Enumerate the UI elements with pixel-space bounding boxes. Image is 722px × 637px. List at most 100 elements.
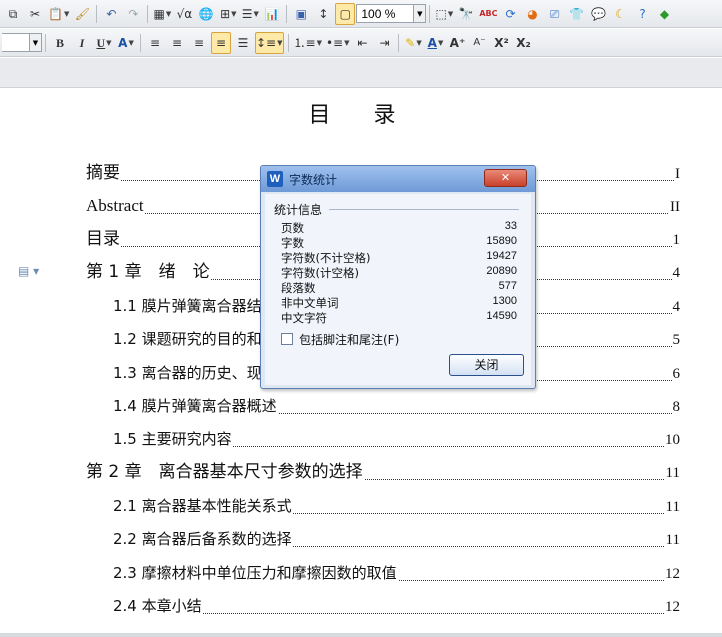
zoom-field[interactable]: 100 % [356, 4, 415, 23]
toc-entry[interactable]: 第 2 章 离合器基本尺寸参数的选择 11 [0, 457, 722, 484]
ruler-area [0, 58, 722, 88]
align-center-icon[interactable]: ≡ [167, 32, 187, 54]
undo-icon[interactable]: ↶ [101, 3, 121, 25]
formatting-toolbar: ▼ B I U ▼ A ▼ ≡ ≡ ≡ ≡ ☰ ↕≡ ▼ ⒈≡ ▼ •≡ ▼ ⇤ ⇥ ✎ ▼… [0, 29, 722, 57]
toc-entry-page: 11 [664, 532, 680, 549]
stat-label: 字符数(计空格) [281, 266, 359, 280]
toc-entry-title: 目录 [86, 224, 121, 249]
status-bar [0, 633, 722, 637]
toc-entry-title: 摘要 [86, 158, 121, 183]
wps-writer-icon: W [267, 171, 283, 187]
stat-row: 字符数(不计空格) 19427 [281, 250, 517, 265]
forum-icon[interactable]: 💬 [589, 3, 609, 25]
superscript-button[interactable]: X² [491, 32, 511, 54]
table-icon[interactable]: ⊞ ▼ [218, 3, 238, 25]
template-icon[interactable]: 👕 [567, 3, 587, 25]
formula-icon[interactable]: √α [174, 3, 194, 25]
shrink-font-icon[interactable]: A⁻ [469, 32, 489, 54]
stat-value: 15890 [486, 235, 517, 247]
close-icon[interactable]: ✕ [484, 169, 527, 187]
hyperlink-icon[interactable]: 🌐 [196, 3, 216, 25]
paste-icon[interactable]: 📋 ▼ [47, 3, 70, 25]
page-title: 目 录 [308, 103, 414, 128]
stat-value: 14590 [486, 310, 517, 322]
toc-entry-title: 第 1 章 绪 论 [86, 257, 211, 282]
highlight-icon[interactable]: ✎ ▼ [403, 32, 423, 54]
select-icon[interactable]: ⬚ ▼ [434, 3, 454, 25]
toc-entry-page: 1 [671, 232, 680, 249]
separator [398, 33, 400, 52]
show-hide-icon[interactable]: ▢ [335, 2, 356, 25]
stat-row: 字数 15890 [281, 235, 517, 250]
toc-entry-page: II [669, 199, 680, 216]
toc-entry-page: 4 [671, 299, 680, 316]
stat-value: 33 [504, 220, 517, 232]
font-size-dropdown[interactable]: ▼ [30, 33, 42, 52]
align-right-icon[interactable]: ≡ [189, 32, 209, 54]
toc-entry[interactable]: 1.4 膜片弹簧离合器概述 8 [0, 394, 722, 418]
skin-icon[interactable]: ☾ [611, 3, 631, 25]
stat-row: 非中文单词 1300 [281, 295, 517, 310]
font-effect-icon[interactable]: A ▼ [116, 32, 136, 54]
find-icon[interactable]: 🔭 [456, 3, 476, 25]
line-spacing-icon[interactable]: ↕≡ ▼ [255, 31, 284, 54]
separator [286, 4, 288, 23]
separator [429, 4, 431, 23]
separator [96, 4, 98, 23]
toc-entry-page: 6 [671, 366, 680, 383]
toc-entry-title: 2.1 离合器基本性能关系式 [113, 495, 293, 516]
dialog-titlebar[interactable]: W 字数统计 ✕ [261, 166, 535, 192]
toc-entry[interactable]: 2.4 本章小结 12 [0, 594, 722, 618]
decrease-indent-icon[interactable]: ⇤ [352, 32, 372, 54]
toc-entry[interactable]: 2.1 离合器基本性能关系式 11 [0, 494, 722, 518]
justify-icon[interactable]: ≡ [211, 31, 231, 54]
zoom-value: 100 % [361, 6, 396, 21]
close-button[interactable]: 关闭 [449, 354, 524, 376]
font-color-icon[interactable]: A ▼ [425, 32, 445, 54]
separator [287, 33, 289, 52]
cut-icon[interactable]: ✂ [25, 3, 45, 25]
insert-table-icon[interactable]: ▦ ▼ [152, 3, 172, 25]
plugin-icon[interactable]: ◕ [523, 3, 543, 25]
stat-value: 1300 [492, 295, 517, 307]
toc-entry-page: 4 [671, 265, 680, 282]
distributed-icon[interactable]: ☰ [233, 32, 253, 54]
redo-icon[interactable]: ↷ [123, 3, 143, 25]
document-map-icon[interactable]: ▣ [291, 3, 311, 25]
show-marks-icon[interactable]: ↕ [313, 3, 333, 25]
zoom-dropdown[interactable]: ▼ [414, 4, 427, 23]
bold-button[interactable]: B [50, 32, 70, 54]
include-footnotes-checkbox[interactable] [281, 333, 293, 345]
toc-entry[interactable]: 2.3 摩擦材料中单位压力和摩擦因数的取值 12 [0, 561, 722, 585]
toc-entry-title: 1.1 膜片弹簧离合器结构 [113, 295, 278, 316]
subscript-button[interactable]: X₂ [513, 32, 533, 54]
word-processor-window: ⧉ ✂ 📋 ▼ 🖌 ↶ ↷ ▦ ▼ √α 🌐 ⊞ ▼ ☰ ▼ 📊 ▣ ↕ ▢ 100 %… [0, 0, 722, 637]
chart-icon[interactable]: 📊 [262, 3, 282, 25]
share-icon[interactable]: ⎚ [545, 3, 565, 25]
stat-row: 段落数 577 [281, 280, 517, 295]
toc-entry-title: 1.4 膜片弹簧离合器概述 [113, 395, 278, 416]
align-left-icon[interactable]: ≡ [145, 32, 165, 54]
font-size-field[interactable] [2, 33, 30, 52]
italic-button[interactable]: I [72, 32, 92, 54]
spell-check-icon[interactable]: ABC [478, 3, 498, 25]
toc-entry-page: 11 [664, 465, 680, 482]
help-icon[interactable]: ? [633, 3, 653, 25]
increase-indent-icon[interactable]: ⇥ [374, 32, 394, 54]
toc-entry-title: 2.2 离合器后备系数的选择 [113, 528, 293, 549]
overflow-icon[interactable]: ◆ [655, 3, 675, 25]
copy-icon[interactable]: ⧉ [3, 3, 23, 25]
format-painter-icon[interactable]: 🖌 [72, 3, 92, 25]
underline-button[interactable]: U ▼ [94, 32, 114, 54]
numbering-icon[interactable]: ⒈≡ ▼ [293, 32, 323, 54]
toc-entry[interactable]: 2.2 离合器后备系数的选择 11 [0, 527, 722, 551]
separator [147, 4, 149, 23]
include-footnotes-label[interactable]: 包括脚注和尾注(F) [299, 331, 399, 348]
separator [45, 33, 46, 52]
stats-group-label: 统计信息 [274, 203, 323, 217]
columns-icon[interactable]: ☰ ▼ [240, 3, 260, 25]
toc-entry[interactable]: 1.5 主要研究内容 10 [0, 427, 722, 451]
grow-font-icon[interactable]: A⁺ [447, 32, 467, 54]
online-icon[interactable]: ⟳ [501, 3, 521, 25]
bullets-icon[interactable]: •≡ ▼ [325, 32, 351, 54]
